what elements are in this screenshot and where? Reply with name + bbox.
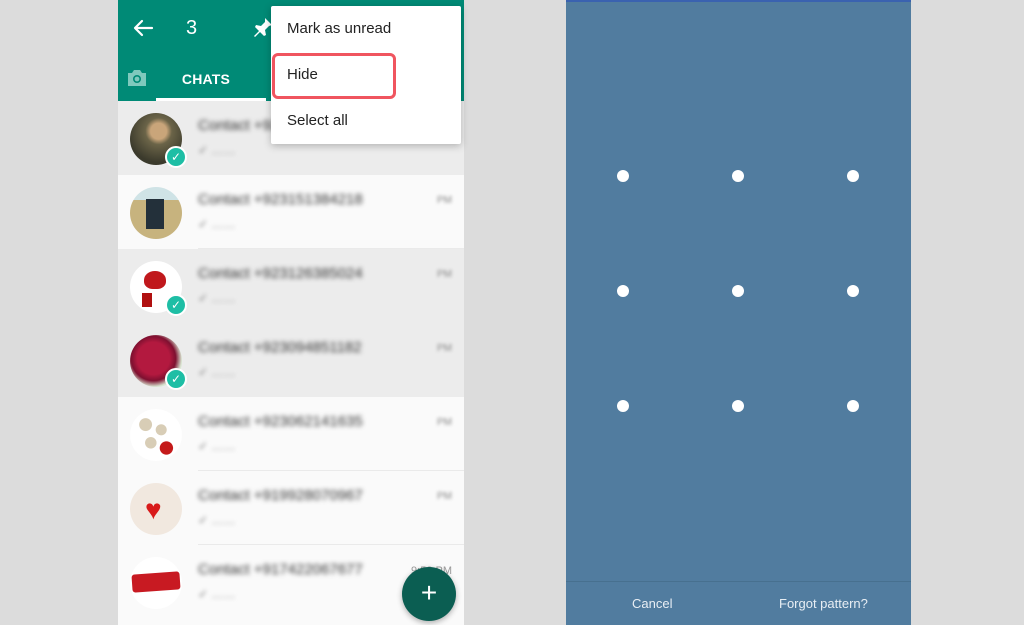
- last-message: ✓ ……: [198, 439, 236, 453]
- pattern-dot[interactable]: [732, 400, 744, 412]
- arrow-left-icon: [133, 19, 154, 37]
- message-time: PM: [437, 417, 452, 428]
- pattern-lock-screen: Cancel Forgot pattern?: [566, 0, 911, 625]
- avatar: ♥: [130, 483, 182, 535]
- last-message: ✓ ……: [198, 587, 236, 601]
- screenshot-stage: 3 CHATS ✓ Contact +923… ✓ …… Contact +92…: [0, 0, 1024, 625]
- last-message: ✓ ……: [198, 143, 236, 157]
- tab-camera[interactable]: [126, 68, 148, 88]
- pattern-dot[interactable]: [847, 170, 859, 182]
- message-time: PM: [437, 491, 452, 502]
- contact-name: Contact +923094851182: [198, 339, 362, 356]
- pattern-dot[interactable]: [617, 285, 629, 297]
- message-time: PM: [437, 269, 452, 280]
- pattern-dot[interactable]: [732, 170, 744, 182]
- back-button[interactable]: [132, 14, 156, 42]
- contact-name: Contact +917422067677: [198, 561, 363, 578]
- menu-item-select-all[interactable]: Select all: [271, 98, 461, 144]
- message-time: PM: [437, 343, 452, 354]
- selected-check-icon: ✓: [165, 368, 187, 390]
- avatar: [130, 409, 182, 461]
- pattern-dot[interactable]: [617, 400, 629, 412]
- selected-count: 3: [186, 17, 198, 39]
- last-message: ✓ ……: [198, 513, 236, 527]
- forgot-pattern-button[interactable]: Forgot pattern?: [779, 596, 868, 611]
- plus-icon: +: [420, 577, 438, 608]
- pattern-dot[interactable]: [617, 170, 629, 182]
- menu-item-mark-as-unread[interactable]: Mark as unread: [271, 6, 461, 52]
- message-time: PM: [437, 195, 452, 206]
- pattern-dot[interactable]: [847, 285, 859, 297]
- selected-check-icon: ✓: [165, 146, 187, 168]
- selected-check-icon: ✓: [165, 294, 187, 316]
- contact-name: Contact +919928070967: [198, 487, 363, 504]
- contact-name: Contact +923126385024: [198, 265, 363, 282]
- cancel-button[interactable]: Cancel: [632, 596, 672, 611]
- tab-chats[interactable]: CHATS: [156, 62, 256, 101]
- contact-name: Contact +923151384218: [198, 191, 363, 208]
- last-message: ✓ ……: [198, 365, 236, 379]
- pattern-dot[interactable]: [732, 285, 744, 297]
- chat-row[interactable]: Contact +923151384218 ✓ …… PM: [118, 175, 464, 249]
- avatar: [130, 557, 182, 609]
- avatar: [130, 187, 182, 239]
- overflow-menu: Mark as unread Hide Select all: [271, 6, 461, 144]
- new-chat-fab[interactable]: +: [402, 567, 456, 621]
- chat-row[interactable]: Contact +923062141635 ✓ …… PM: [118, 397, 464, 471]
- chat-row[interactable]: ✓ Contact +923094851182 ✓ …… PM: [118, 323, 464, 397]
- chat-row[interactable]: ♥ Contact +919928070967 ✓ …… PM: [118, 471, 464, 545]
- chat-list: ✓ Contact +923… ✓ …… Contact +9231513842…: [118, 101, 464, 619]
- last-message: ✓ ……: [198, 291, 236, 305]
- pattern-dot[interactable]: [847, 400, 859, 412]
- camera-icon: [128, 70, 146, 86]
- last-message: ✓ ……: [198, 217, 236, 231]
- bottom-action-bar: Cancel Forgot pattern?: [566, 581, 911, 625]
- chat-row[interactable]: ✓ Contact +923126385024 ✓ …… PM: [118, 249, 464, 323]
- contact-name: Contact +923062141635: [198, 413, 363, 430]
- menu-item-hide[interactable]: Hide: [271, 52, 461, 98]
